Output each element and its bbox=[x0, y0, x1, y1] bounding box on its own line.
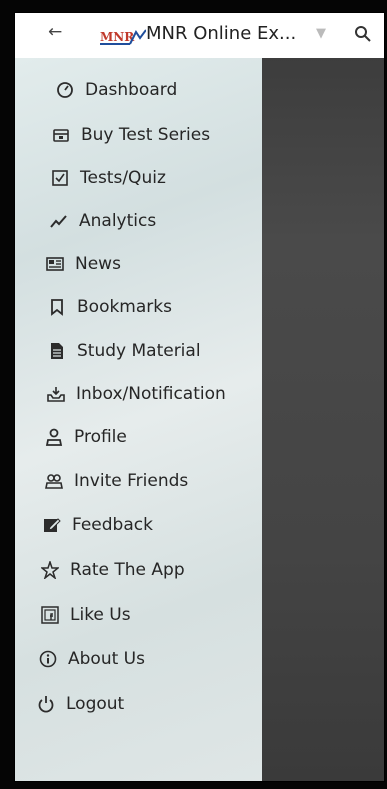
search-icon[interactable] bbox=[354, 25, 372, 43]
filter-icon[interactable]: ▼ bbox=[316, 26, 326, 41]
menu-item-buy-test-series[interactable]: Buy Test Series bbox=[51, 120, 210, 150]
facebook-icon bbox=[40, 605, 60, 625]
app-logo: MNR bbox=[100, 29, 146, 45]
app-title: MNR Online Ex... bbox=[146, 23, 297, 44]
inbox-icon bbox=[46, 384, 66, 404]
app-bar: ← MNR MNR Online Ex... ▼ bbox=[14, 12, 385, 58]
cart-icon bbox=[51, 125, 71, 145]
menu-item-label: News bbox=[75, 254, 121, 274]
dashboard-icon bbox=[55, 80, 75, 100]
edit-icon bbox=[42, 515, 62, 535]
app-screen: ← MNR MNR Online Ex... ▼ Dashboard Buy T… bbox=[14, 12, 385, 782]
menu-item-label: About Us bbox=[68, 649, 145, 669]
device-frame: ← MNR MNR Online Ex... ▼ Dashboard Buy T… bbox=[0, 0, 387, 789]
back-arrow-icon[interactable]: ← bbox=[48, 22, 62, 42]
bookmark-icon bbox=[47, 297, 67, 317]
menu-item-label: Invite Friends bbox=[74, 471, 189, 491]
menu-item-label: Logout bbox=[66, 694, 125, 714]
quiz-icon bbox=[50, 168, 70, 188]
menu-item-inbox-notification[interactable]: Inbox/Notification bbox=[46, 379, 226, 409]
navigation-drawer: Dashboard Buy Test Series Tests/Quiz Ana… bbox=[14, 58, 262, 782]
group-icon bbox=[44, 471, 64, 491]
menu-item-news[interactable]: News bbox=[45, 249, 121, 279]
menu-item-label: Dashboard bbox=[85, 80, 178, 100]
menu-item-label: Like Us bbox=[70, 605, 131, 625]
menu-item-label: Study Material bbox=[77, 341, 201, 361]
menu-item-bookmarks[interactable]: Bookmarks bbox=[47, 292, 172, 322]
menu-item-logout[interactable]: Logout bbox=[36, 689, 124, 719]
menu-item-label: Inbox/Notification bbox=[76, 384, 226, 404]
power-icon bbox=[36, 694, 56, 714]
menu-item-rate-the-app[interactable]: Rate The App bbox=[40, 555, 185, 585]
menu-item-tests-quiz[interactable]: Tests/Quiz bbox=[50, 163, 166, 193]
menu-item-invite-friends[interactable]: Invite Friends bbox=[44, 466, 188, 496]
star-icon bbox=[40, 560, 60, 580]
menu-item-about-us[interactable]: About Us bbox=[38, 644, 145, 674]
menu-item-label: Analytics bbox=[79, 211, 157, 231]
menu-item-profile[interactable]: Profile bbox=[44, 422, 127, 452]
analytics-icon bbox=[49, 211, 69, 231]
menu-item-label: Profile bbox=[74, 427, 127, 447]
menu-item-label: Tests/Quiz bbox=[80, 168, 166, 188]
menu-item-like-us[interactable]: Like Us bbox=[40, 600, 131, 630]
menu-item-label: Rate The App bbox=[70, 560, 185, 580]
menu-item-study-material[interactable]: Study Material bbox=[47, 336, 201, 366]
info-icon bbox=[38, 649, 58, 669]
menu-item-label: Feedback bbox=[72, 515, 153, 535]
menu-item-dashboard[interactable]: Dashboard bbox=[55, 75, 177, 105]
menu-item-analytics[interactable]: Analytics bbox=[49, 206, 156, 236]
menu-item-label: Buy Test Series bbox=[81, 125, 211, 145]
person-icon bbox=[44, 427, 64, 447]
menu-item-label: Bookmarks bbox=[77, 297, 172, 317]
document-icon bbox=[47, 341, 67, 361]
menu-item-feedback[interactable]: Feedback bbox=[42, 510, 153, 540]
news-icon bbox=[45, 254, 65, 274]
main-content-dimmed[interactable] bbox=[262, 12, 385, 782]
